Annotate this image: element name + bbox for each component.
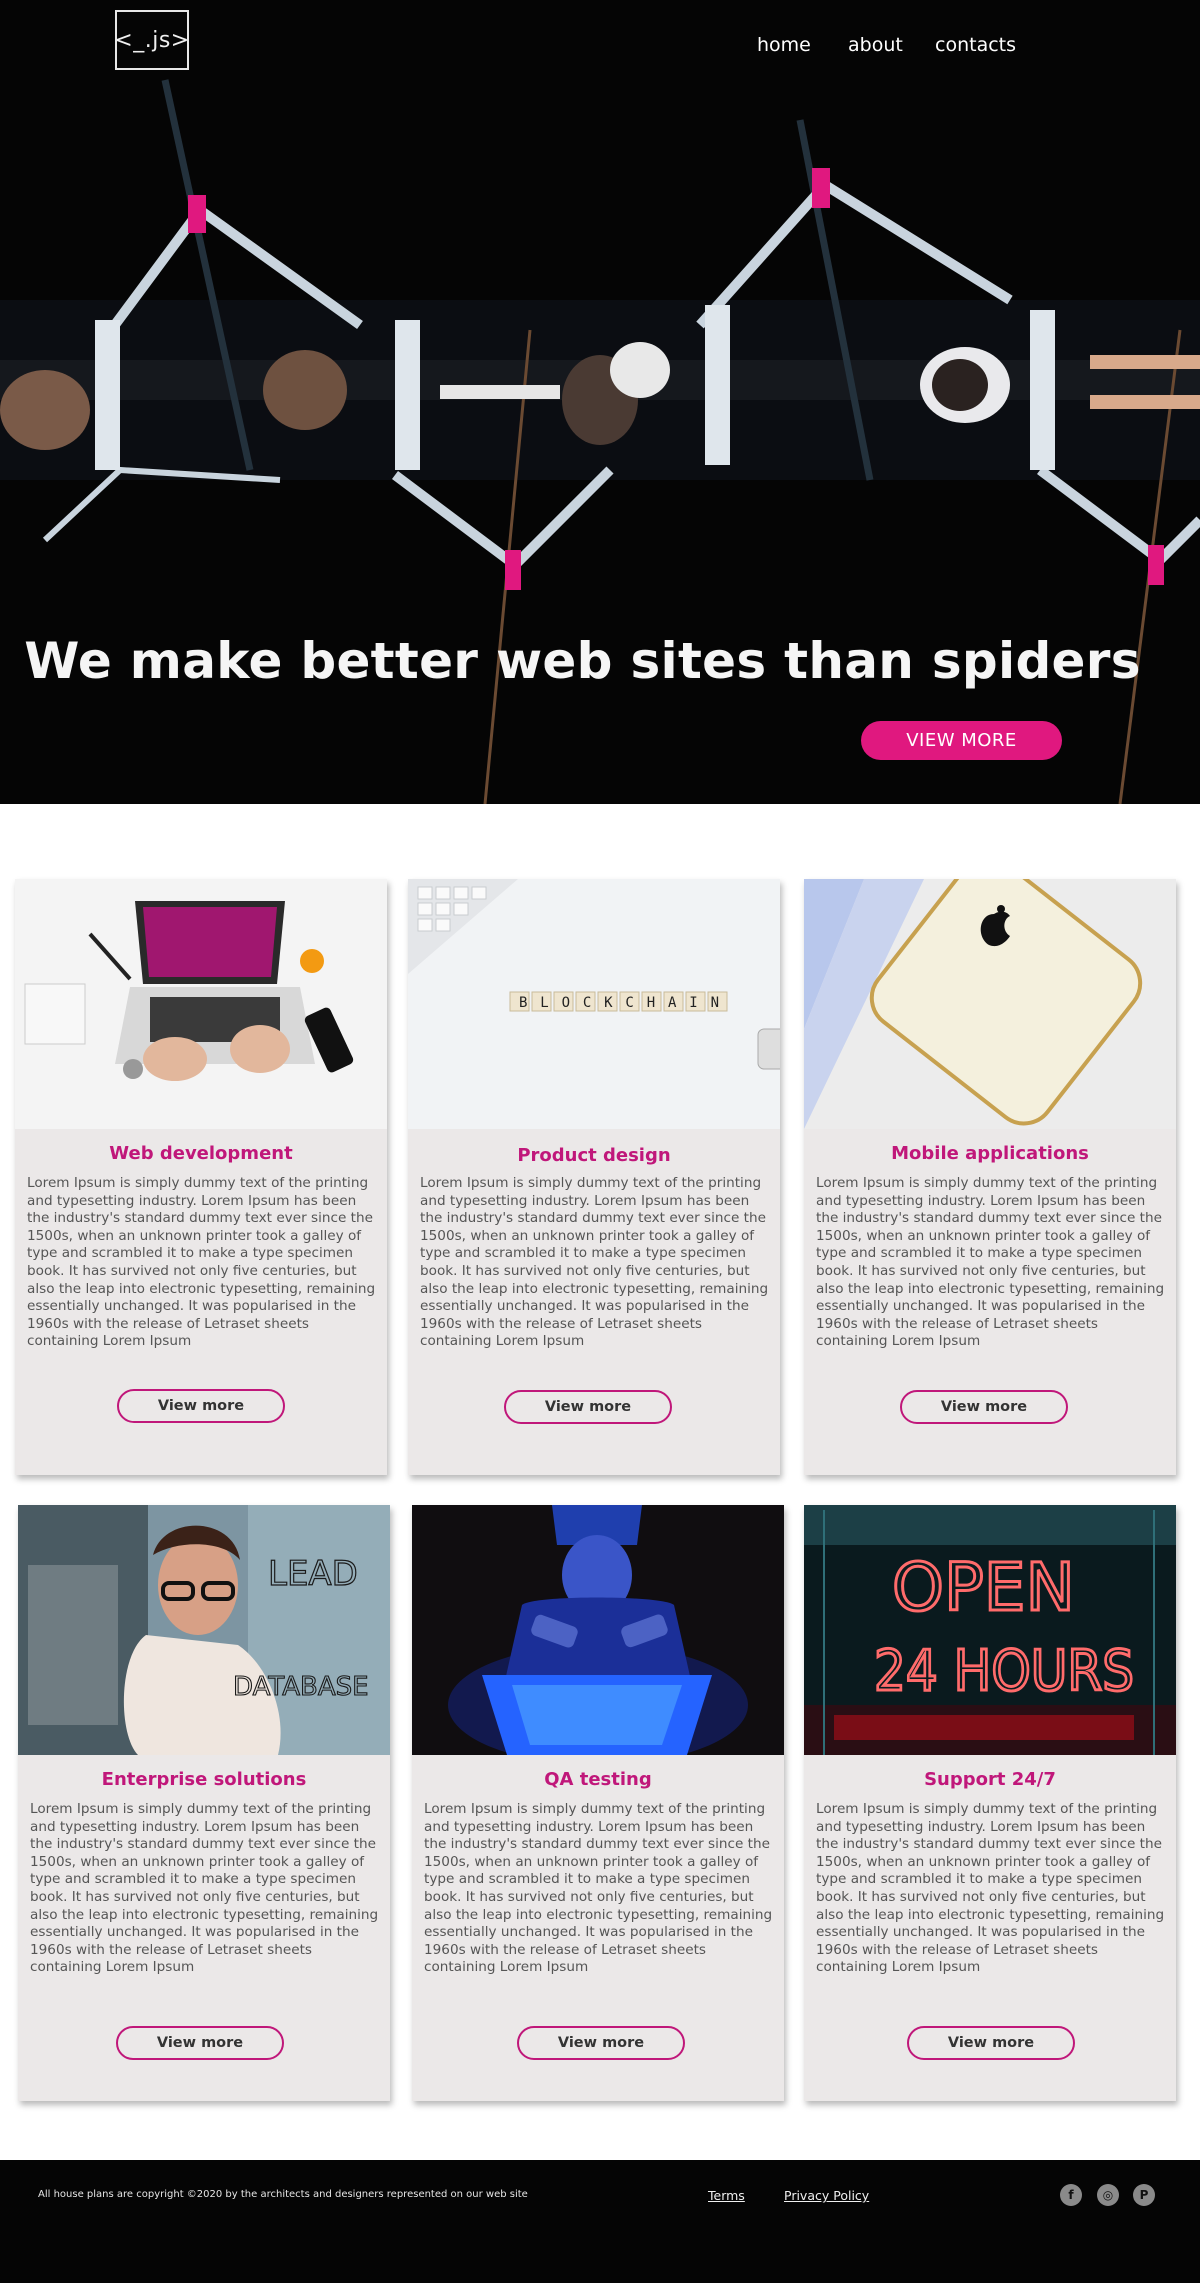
hero-title: We make better web sites than spiders [24,632,1141,690]
view-more-button[interactable]: View more [907,2026,1075,2060]
pinterest-icon[interactable]: P [1133,2184,1155,2206]
card-image-blue-lab [412,1505,784,1755]
card-title: Support 24/7 [924,1769,1056,1790]
service-card-web-development: Web development Lorem Ipsum is simply du… [15,879,387,1475]
card-text: Lorem Ipsum is simply dummy text of the … [420,1175,769,1350]
nav-about[interactable]: about [848,34,903,56]
card-text: Lorem Ipsum is simply dummy text of the … [27,1175,376,1350]
card-text: Lorem Ipsum is simply dummy text of the … [424,1801,773,1976]
service-card-support: OPEN 24 HOURS Support 24/7 Lorem Ipsum i… [804,1505,1176,2101]
board-text-database: DATABASE [233,1672,369,1702]
main-nav: home about contacts [0,34,1200,64]
card-title: Mobile applications [891,1143,1089,1164]
site-footer: All house plans are copyright ©2020 by t… [0,2160,1200,2283]
hero-view-more-button[interactable]: VIEW MORE [861,721,1062,760]
card-title: Web development [109,1143,293,1164]
card-image-open-24-hours: OPEN 24 HOURS [804,1505,1176,1755]
view-more-button[interactable]: View more [504,1390,672,1424]
footer-terms-link[interactable]: Terms [708,2188,745,2203]
neon-sign-24-hours: 24 HOURS [874,1639,1134,1704]
card-title: Enterprise solutions [101,1769,307,1790]
card-text: Lorem Ipsum is simply dummy text of the … [30,1801,379,1976]
service-card-qa-testing: QA testing Lorem Ipsum is simply dummy t… [412,1505,784,2101]
neon-sign-open: OPEN [892,1549,1075,1626]
view-more-button[interactable]: View more [117,1389,285,1423]
nav-contacts[interactable]: contacts [935,34,1016,56]
instagram-icon[interactable]: ◎ [1097,2184,1119,2206]
nav-home[interactable]: home [757,34,811,56]
view-more-button[interactable]: View more [900,1390,1068,1424]
service-card-mobile-applications: Mobile applications Lorem Ipsum is simpl… [804,879,1176,1475]
card-image-laptop [15,879,387,1129]
footer-privacy-link[interactable]: Privacy Policy [784,2188,869,2203]
view-more-button[interactable]: View more [517,2026,685,2060]
card-image-database-board: LEAD DATABASE [18,1505,390,1755]
footer-copyright: All house plans are copyright ©2020 by t… [38,2189,528,2200]
card-title: Product design [517,1145,671,1166]
card-text: Lorem Ipsum is simply dummy text of the … [816,1175,1165,1350]
board-text-lead: LEAD [268,1554,358,1594]
facebook-icon[interactable]: f [1060,2184,1082,2206]
card-image-blockchain: BLOCKCHAIN [408,879,780,1129]
card-text: Lorem Ipsum is simply dummy text of the … [816,1801,1165,1976]
service-card-enterprise-solutions: LEAD DATABASE Enterprise solutions Lorem… [18,1505,390,2101]
view-more-button[interactable]: View more [116,2026,284,2060]
card-image-iphone [804,879,1176,1129]
card-title: QA testing [544,1769,652,1790]
service-card-product-design: BLOCKCHAIN Product design Lorem Ipsum is… [408,879,780,1475]
hero-section: <_.js> home about contacts We make bette… [0,0,1200,804]
